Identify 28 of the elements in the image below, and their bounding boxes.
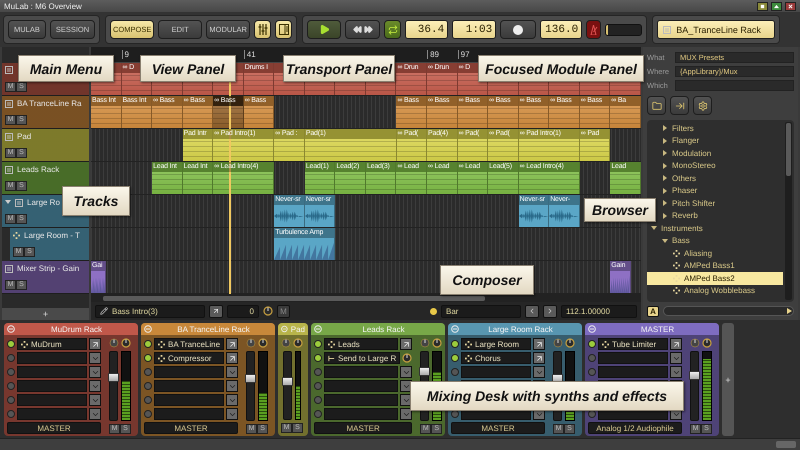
tempo-display: 136.0 (540, 20, 582, 39)
strip-title: MuDrum Rack (50, 324, 104, 334)
track-name: BA TranceLine Ra (17, 99, 82, 108)
callout-tooltip: Browser (584, 198, 656, 222)
track-name: Large Room - T (24, 231, 80, 240)
callout-tooltip: Composer (440, 265, 534, 295)
bar-number: 89 (427, 50, 440, 59)
time-display: 1:03 (452, 20, 496, 39)
position-display: 36.4 (405, 20, 448, 39)
callout-tooltip: Tracks (62, 186, 130, 216)
callout-tooltip: View Panel (140, 55, 236, 82)
track-name: Mixer Strip - Gain (17, 264, 80, 273)
bar-number: 41 (244, 50, 256, 59)
callout-tooltip: Focused Module Panel (478, 55, 644, 82)
strip-title: MASTER (640, 324, 676, 334)
window-title: MuLab : M6 Overview (4, 2, 82, 10)
strip-title: Large Room Rack (487, 324, 554, 334)
track-name: Leads Rack (17, 165, 60, 174)
bar-number: 9 (122, 50, 129, 59)
strip-title: Leads Rack (361, 324, 406, 334)
strip-title: BA TranceLine Rack (176, 324, 251, 334)
bar-number: 97 (458, 50, 470, 59)
track-name: Large Ro (27, 198, 60, 207)
callout-tooltip: Mixing Desk with synths and effects (410, 381, 684, 411)
callout-tooltip: Main Menu (18, 55, 114, 82)
strip-title: Pad (290, 324, 305, 334)
track-name: Pad (17, 132, 32, 141)
callout-tooltip: Transport Panel (283, 55, 395, 82)
